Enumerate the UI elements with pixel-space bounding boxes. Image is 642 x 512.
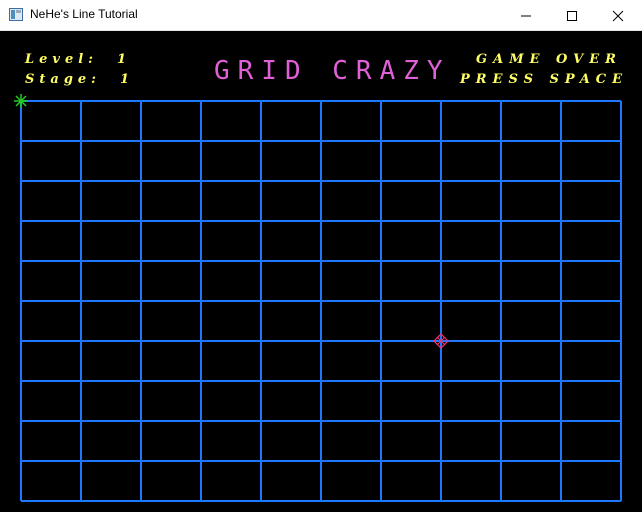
game-grid — [14, 94, 622, 502]
app-window: NeHe's Line Tutorial Level: 1 Stage: 1 G… — [0, 0, 642, 512]
window-title: NeHe's Line Tutorial — [30, 7, 138, 21]
maximize-button[interactable] — [549, 0, 595, 31]
close-button[interactable] — [595, 0, 641, 31]
app-window-icon — [9, 8, 23, 21]
player-star-icon — [14, 94, 28, 108]
minimize-icon — [521, 15, 531, 17]
game-viewport[interactable]: Level: 1 Stage: 1 GRID CRAZY GAME OVER P… — [0, 31, 642, 512]
maximize-icon — [567, 11, 577, 21]
grid-lines — [20, 100, 622, 502]
title-bar[interactable]: NeHe's Line Tutorial — [0, 0, 642, 31]
minimize-button[interactable] — [503, 0, 549, 31]
close-icon — [612, 10, 624, 22]
